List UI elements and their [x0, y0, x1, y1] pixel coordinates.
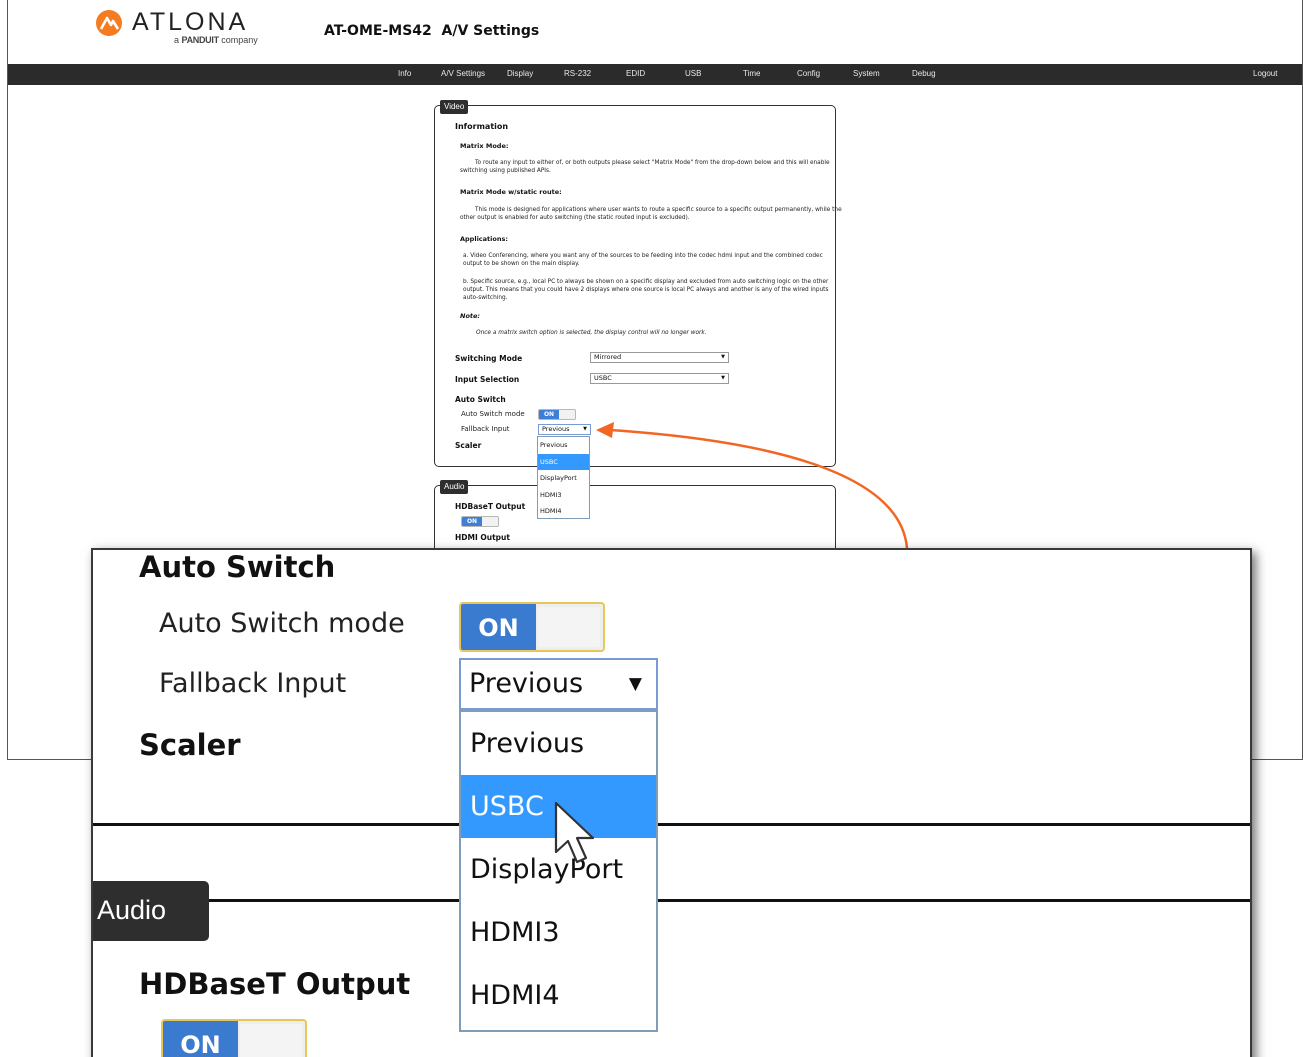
zoom-fallback-input-dropdown-list: Previous USBC DisplayPort HDMI3 HDMI4 [459, 710, 658, 1032]
zoom-hdbaset-output-toggle[interactable]: ON [161, 1019, 307, 1057]
chevron-down-icon: ▼ [628, 674, 642, 694]
zoom-audio-legend: Audio [93, 881, 209, 941]
video-panel-bottom-border [93, 823, 1250, 826]
zoom-fallback-input-select[interactable]: Previous ▼ [459, 658, 658, 710]
zoom-fallback-input-label: Fallback Input [159, 668, 347, 699]
zoom-auto-switch-mode-label: Auto Switch mode [159, 608, 405, 639]
zoom-fallback-input-value: Previous [469, 668, 584, 699]
toggle-knob [240, 1024, 302, 1057]
zoom-toggle-on-label: ON [163, 1021, 238, 1057]
zoom-fallback-option-hdmi3[interactable]: HDMI3 [461, 901, 656, 964]
zoom-auto-switch-heading: Auto Switch [139, 550, 336, 584]
zoom-fallback-option-previous[interactable]: Previous [461, 712, 656, 775]
zoom-fallback-option-hdmi4[interactable]: HDMI4 [461, 964, 656, 1027]
zoom-scaler-heading: Scaler [139, 728, 241, 762]
zoom-auto-switch-mode-toggle[interactable]: ON [459, 602, 605, 652]
zoom-hdbaset-output-label: HDBaseT Output [139, 967, 411, 1001]
audio-panel-top-border [93, 899, 1250, 902]
mouse-pointer-icon [554, 801, 595, 864]
zoom-callout: Auto Switch Auto Switch mode ON Fallback… [91, 548, 1252, 1057]
toggle-knob [538, 607, 600, 647]
zoom-toggle-on-label: ON [461, 604, 536, 650]
